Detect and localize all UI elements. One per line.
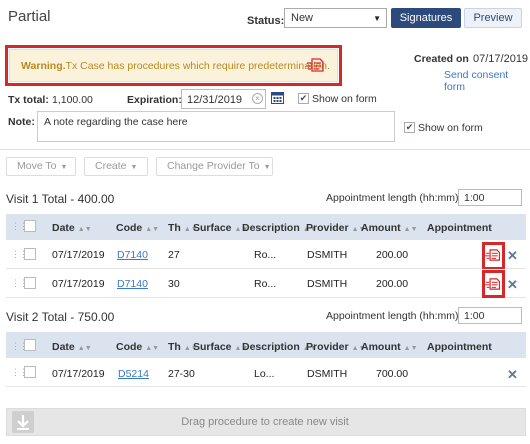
tx-total-label: Tx total:	[8, 94, 49, 106]
signatures-button[interactable]: Signatures	[391, 8, 461, 28]
created-date: 07/17/2019	[473, 53, 529, 65]
divider	[0, 149, 530, 150]
move-to-label: Move To	[17, 160, 57, 172]
appointment-length-input[interactable]: 1:00	[458, 189, 522, 206]
expiration-label: Expiration:	[127, 94, 182, 106]
visit-title: Visit 1 Total - 400.00	[6, 192, 115, 206]
send-consent-link[interactable]: Send consent form	[444, 69, 530, 93]
delete-icon[interactable]: ✕	[507, 277, 518, 293]
show-on-form-checkbox[interactable]: ✔	[298, 93, 309, 104]
col-surface[interactable]: Surface ▲▼	[193, 222, 248, 234]
visit-title: Visit 2 Total - 750.00	[6, 310, 115, 324]
cell-amount: 200.00	[376, 278, 409, 290]
move-to-button[interactable]: Move To ▼	[6, 157, 76, 176]
col-code[interactable]: Code ▲▼	[116, 222, 159, 234]
appointment-length-input[interactable]: 1:00	[458, 307, 522, 324]
delete-icon[interactable]: ✕	[507, 367, 518, 383]
change-provider-button[interactable]: Change Provider To ▼	[156, 157, 273, 176]
col-surface[interactable]: Surface ▲▼	[193, 341, 248, 353]
cell-description: Lo...	[254, 368, 275, 380]
col-code[interactable]: Code ▲▼	[116, 341, 159, 353]
tx-total-value: 1,100.00	[52, 94, 93, 106]
clear-icon[interactable]: ×	[252, 93, 263, 104]
preview-button[interactable]: Preview	[464, 8, 522, 28]
predetermination-icon	[306, 58, 324, 72]
delete-icon[interactable]: ✕	[507, 248, 518, 264]
status-select[interactable]: New ▼	[284, 8, 387, 28]
col-amount[interactable]: Amount ▲▼	[361, 222, 418, 234]
procedure-code-link[interactable]: D7140	[117, 249, 148, 261]
status-value: New	[291, 12, 314, 24]
col-amount[interactable]: Amount ▲▼	[361, 341, 418, 353]
note-show-on-form-checkbox[interactable]: ✔	[404, 122, 415, 133]
procedure-code-link[interactable]: D7140	[117, 278, 148, 290]
cell-provider: DSMITH	[307, 368, 348, 380]
warning-message: Tx Case has procedures which require pre…	[65, 60, 330, 72]
row-checkbox[interactable]	[24, 277, 36, 289]
warning-text: Warning.Tx Case has procedures which req…	[21, 60, 330, 72]
note-show-on-form-label: Show on form	[418, 122, 483, 134]
cell-tooth: 30	[168, 278, 180, 290]
warning-prefix: Warning.	[21, 60, 66, 72]
cell-date: 07/17/2019	[52, 278, 105, 290]
calendar-icon[interactable]	[271, 91, 284, 104]
col-date[interactable]: Date ▲▼	[52, 222, 92, 234]
procedure-code-link[interactable]: D5214	[118, 368, 149, 380]
cell-tooth: 27	[168, 249, 180, 261]
col-appointment: Appointment	[427, 341, 492, 353]
cell-description: Ro...	[254, 249, 277, 261]
cell-description: Ro...	[254, 278, 277, 290]
appointment-length-label: Appointment length (hh:mm)	[326, 310, 459, 322]
predetermination-icon[interactable]	[485, 248, 502, 262]
cell-amount: 200.00	[376, 249, 409, 261]
show-on-form-label: Show on form	[312, 93, 377, 105]
dropzone-text: Drag procedure to create new visit	[181, 416, 349, 428]
page-title: Partial	[8, 8, 51, 25]
cell-provider: DSMITH	[307, 278, 348, 290]
created-label: Created on	[414, 53, 469, 65]
appointment-length-label: Appointment length (hh:mm)	[326, 192, 459, 204]
row-checkbox[interactable]	[24, 366, 36, 378]
cell-date: 07/17/2019	[52, 368, 105, 380]
col-provider[interactable]: Provider ▲▼	[306, 222, 365, 234]
cell-date: 07/17/2019	[52, 249, 105, 261]
caret-down-icon: ▼	[60, 164, 68, 171]
row-checkbox[interactable]	[24, 248, 36, 260]
cell-provider: DSMITH	[307, 249, 348, 261]
note-label: Note:	[8, 116, 35, 128]
cell-tooth: 27-30	[168, 368, 195, 380]
change-provider-label: Change Provider To	[167, 160, 260, 172]
select-all-checkbox[interactable]	[24, 220, 36, 232]
caret-down-icon: ▼	[263, 164, 271, 171]
predetermination-icon[interactable]	[485, 277, 502, 291]
create-label: Create	[95, 160, 127, 172]
status-label: Status:	[247, 15, 285, 27]
col-date[interactable]: Date ▲▼	[52, 341, 92, 353]
col-provider[interactable]: Provider ▲▼	[306, 341, 365, 353]
note-textarea[interactable]: A note regarding the case here	[37, 111, 395, 142]
chevron-down-icon: ▼	[373, 14, 381, 23]
col-appointment: Appointment	[427, 222, 492, 234]
cell-amount: 700.00	[376, 368, 409, 380]
create-button[interactable]: Create ▼	[84, 157, 148, 176]
select-all-checkbox[interactable]	[24, 339, 36, 351]
caret-down-icon: ▼	[130, 164, 138, 171]
